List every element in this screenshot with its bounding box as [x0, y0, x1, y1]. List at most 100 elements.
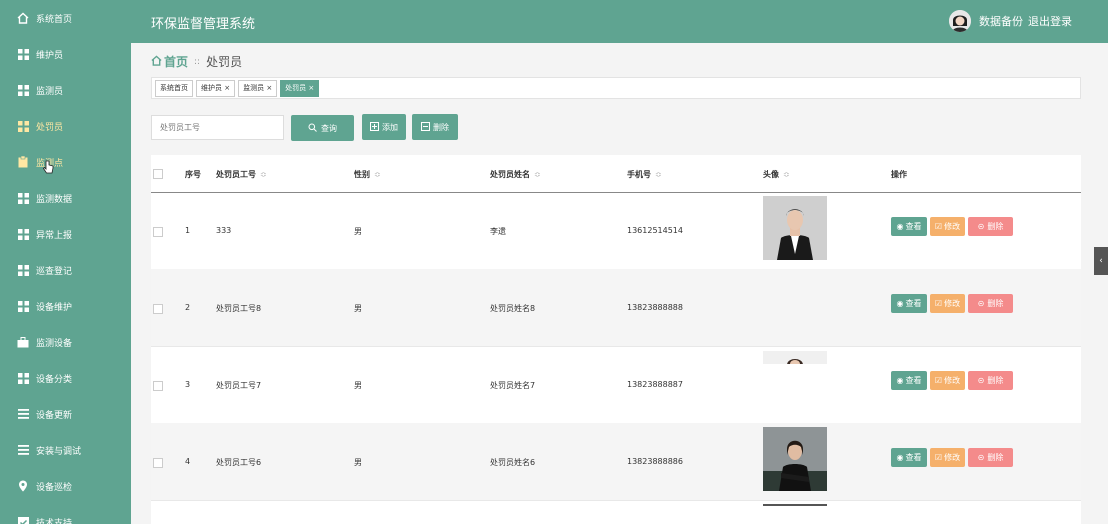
home-icon	[151, 54, 162, 69]
top-header: 环保监督管理系统 数据备份 退出登录	[131, 0, 1108, 43]
cell-emp-no: 处罚员工号7	[216, 381, 262, 390]
cell-phone: 13823888888	[627, 303, 683, 312]
delete-button[interactable]: 删除	[412, 114, 458, 140]
edit-button[interactable]: ☑ 修改	[930, 371, 965, 390]
col-phone[interactable]: 手机号 ≎	[627, 169, 662, 180]
sidebar-item-monitor-point[interactable]: 监测点	[0, 144, 131, 180]
backup-link[interactable]: 数据备份	[979, 13, 1023, 29]
grid-icon	[17, 192, 29, 204]
sidebar-item-label: 维护员	[36, 50, 64, 61]
select-all-checkbox[interactable]	[153, 169, 163, 179]
breadcrumb-current: 处罚员	[206, 55, 243, 69]
minus-box-icon	[421, 121, 430, 133]
col-name[interactable]: 处罚员姓名 ≎	[490, 169, 541, 180]
tab-maintainer[interactable]: 维护员 ×	[196, 79, 236, 97]
sidebar-item-label: 监测员	[36, 86, 64, 97]
edit-button[interactable]: ☑ 修改	[930, 448, 965, 467]
breadcrumb: 首页 :: 处罚员	[151, 53, 242, 70]
avatar[interactable]	[949, 10, 971, 32]
breadcrumb-home[interactable]: 首页	[164, 53, 188, 70]
table-header: 序号 处罚员工号 ≎ 性别 ≎ 处罚员姓名 ≎ 手机号 ≎ 头像 ≎ 操作	[151, 155, 1081, 193]
grid-icon	[17, 84, 29, 96]
sidebar: 系统首页 维护员 监测员 处罚员 监测点 监测数据 异常上报 巡查登记 设备维护…	[0, 0, 131, 524]
view-button[interactable]: ◉ 查看	[891, 371, 927, 390]
delete-label: 删除	[987, 376, 1004, 385]
sidebar-item-label: 设备维护	[36, 302, 73, 313]
delete-icon: ⊝	[977, 299, 985, 308]
search-input[interactable]	[151, 115, 284, 140]
delete-row-button[interactable]: ⊝ 删除	[968, 217, 1013, 236]
table-row: 3 处罚员工号7 男 处罚员姓名7 13823888887 ◉ 查看 ☑ 修改 ⊝ 删…	[151, 346, 1081, 424]
tab-home[interactable]: 系统首页	[155, 79, 193, 97]
row-checkbox[interactable]	[153, 458, 163, 468]
row-checkbox[interactable]	[153, 381, 163, 391]
add-button[interactable]: 添加	[362, 114, 406, 140]
view-button[interactable]: ◉ 查看	[891, 448, 927, 467]
sidebar-item-label: 技术支持	[36, 518, 73, 524]
sidebar-item-install-debug[interactable]: 安装与调试	[0, 432, 131, 468]
add-button-label: 添加	[382, 122, 398, 132]
delete-row-button[interactable]: ⊝ 删除	[968, 448, 1013, 467]
edit-icon: ☑	[934, 299, 943, 308]
cell-gender: 男	[354, 304, 362, 313]
menu-icon	[17, 408, 29, 420]
view-label: 查看	[905, 453, 922, 462]
breadcrumb-separator: ::	[194, 56, 201, 67]
grid-icon	[17, 300, 29, 312]
delete-row-button[interactable]: ⊝ 删除	[968, 371, 1013, 390]
sidebar-item-anomaly[interactable]: 异常上报	[0, 216, 131, 252]
col-emp-no[interactable]: 处罚员工号 ≎	[216, 169, 267, 180]
cell-name: 处罚员姓名8	[490, 304, 536, 313]
sort-icon: ≎	[260, 170, 267, 179]
edit-button[interactable]: ☑ 修改	[930, 294, 965, 313]
delete-row-button[interactable]: ⊝ 删除	[968, 294, 1013, 313]
sidebar-item-device-inspection[interactable]: 设备巡检	[0, 468, 131, 504]
sidebar-item-monitor[interactable]: 监测员	[0, 72, 131, 108]
sidebar-item-penalty[interactable]: 处罚员	[0, 108, 131, 144]
row-checkbox[interactable]	[153, 304, 163, 314]
query-button[interactable]: 查询	[291, 115, 354, 141]
table-row: 1 333 男 李遗 13612514514 ◉ 查看 ☑ 修改 ⊝ 删除	[151, 192, 1081, 270]
grid-icon	[17, 372, 29, 384]
avatar-photo	[763, 350, 827, 364]
tab-penalty[interactable]: 处罚员 ×	[280, 79, 320, 97]
col-gender[interactable]: 性别 ≎	[354, 169, 381, 180]
sidebar-item-device-update[interactable]: 设备更新	[0, 396, 131, 432]
col-ops: 操作	[891, 170, 907, 179]
cell-phone: 13823888887	[627, 380, 683, 389]
tab-monitor[interactable]: 监测员 ×	[238, 79, 278, 97]
sidebar-item-monitor-device[interactable]: 监测设备	[0, 324, 131, 360]
sidebar-item-label: 监测数据	[36, 194, 73, 205]
checkbox-icon	[17, 516, 29, 524]
cell-seq: 2	[185, 303, 191, 312]
edit-icon: ☑	[934, 453, 943, 462]
sidebar-item-maintainer[interactable]: 维护员	[0, 36, 131, 72]
view-label: 查看	[905, 222, 922, 231]
view-label: 查看	[905, 376, 922, 385]
sidebar-item-patrol[interactable]: 巡查登记	[0, 252, 131, 288]
sidebar-item-tech-support[interactable]: 技术支持	[0, 504, 131, 524]
cell-name: 李遗	[490, 227, 506, 236]
clipboard-icon	[17, 156, 29, 168]
edit-icon: ☑	[934, 222, 943, 231]
edit-icon: ☑	[934, 376, 943, 385]
sidebar-item-monitor-data[interactable]: 监测数据	[0, 180, 131, 216]
delete-icon: ⊝	[977, 222, 985, 231]
location-icon	[17, 480, 29, 492]
collapse-handle[interactable]: ‹	[1094, 247, 1108, 275]
view-button[interactable]: ◉ 查看	[891, 294, 927, 313]
delete-label: 删除	[987, 299, 1004, 308]
avatar-photo	[763, 427, 827, 491]
sort-icon: ≎	[374, 170, 381, 179]
col-avatar[interactable]: 头像 ≎	[763, 169, 790, 180]
sidebar-item-device-maintenance[interactable]: 设备维护	[0, 288, 131, 324]
sidebar-item-device-category[interactable]: 设备分类	[0, 360, 131, 396]
edit-button[interactable]: ☑ 修改	[930, 217, 965, 236]
view-button[interactable]: ◉ 查看	[891, 217, 927, 236]
cell-gender: 男	[354, 458, 362, 467]
delete-label: 删除	[987, 453, 1004, 462]
row-checkbox[interactable]	[153, 227, 163, 237]
sidebar-item-home[interactable]: 系统首页	[0, 0, 131, 36]
header-actions: 数据备份 退出登录	[949, 10, 1072, 32]
logout-link[interactable]: 退出登录	[1028, 13, 1072, 29]
